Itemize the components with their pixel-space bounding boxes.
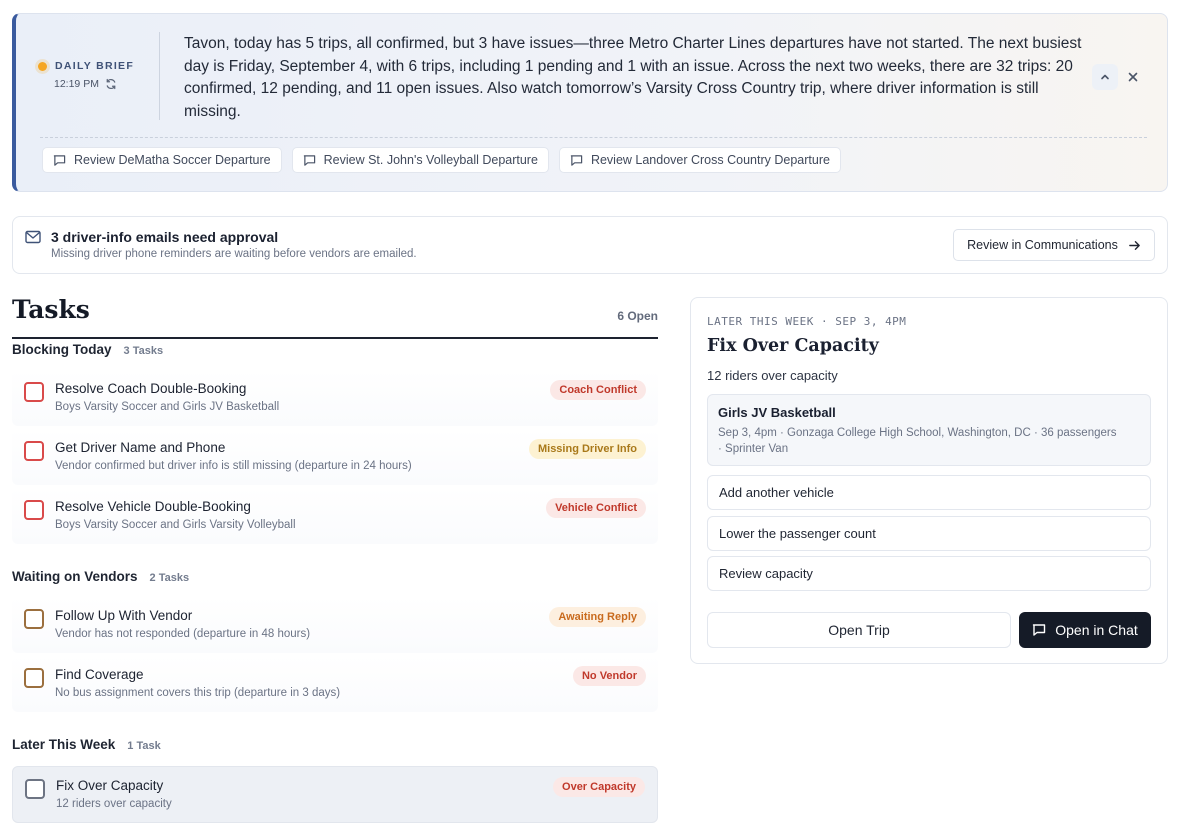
- status-badge: Over Capacity: [553, 777, 645, 797]
- chip-review-landover-cross-country[interactable]: Review Landover Cross Country Departure: [558, 147, 841, 173]
- group-blocking-today: Blocking Today 3 Tasks: [12, 342, 163, 357]
- trip-name: Girls JV Basketball: [718, 405, 836, 420]
- task-checkbox[interactable]: [24, 668, 44, 688]
- task-checkbox[interactable]: [24, 609, 44, 629]
- group-count: 1 Task: [127, 740, 161, 752]
- approval-notice: 3 driver-info emails need approval Missi…: [12, 216, 1168, 274]
- chip-label: Review DeMatha Soccer Departure: [74, 153, 271, 167]
- task-subtitle: No bus assignment covers this trip (depa…: [55, 687, 341, 699]
- tasks-title: Tasks: [12, 295, 90, 324]
- review-in-communications-button[interactable]: Review in Communications: [953, 229, 1155, 261]
- option-lower-passenger-count[interactable]: Lower the passenger count: [707, 516, 1151, 551]
- chat-bubble-icon: [53, 154, 66, 166]
- task-row[interactable]: Resolve Coach Double-Booking Boys Varsit…: [12, 370, 658, 426]
- chat-bubble-icon: [1033, 624, 1046, 636]
- group-count: 3 Tasks: [123, 345, 164, 357]
- task-title: Find Coverage: [55, 667, 144, 682]
- button-label: Open in Chat: [1055, 622, 1138, 638]
- tasks-open-count: 6 Open: [617, 309, 658, 323]
- task-title: Get Driver Name and Phone: [55, 440, 226, 455]
- group-later-this-week: Later This Week 1 Task: [12, 737, 161, 752]
- detail-subtitle: 12 riders over capacity: [707, 368, 838, 383]
- close-brief-button[interactable]: [1120, 64, 1146, 90]
- brief-separator: [40, 137, 1147, 138]
- task-row-selected[interactable]: Fix Over Capacity 12 riders over capacit…: [12, 766, 658, 823]
- chip-review-st-johns-volleyball[interactable]: Review St. John's Volleyball Departure: [291, 147, 549, 173]
- brief-time-row: 12:19 PM: [54, 78, 148, 90]
- task-subtitle: Vendor confirmed but driver info is stil…: [55, 460, 412, 472]
- tasks-title-rule: [12, 337, 658, 339]
- task-checkbox[interactable]: [24, 500, 44, 520]
- task-subtitle: Boys Varsity Soccer and Girls Varsity Vo…: [55, 519, 296, 531]
- task-title: Resolve Coach Double-Booking: [55, 381, 247, 396]
- status-badge: Awaiting Reply: [549, 607, 646, 627]
- refresh-icon[interactable]: [105, 78, 117, 90]
- mail-icon: [25, 230, 41, 244]
- group-title: Later This Week: [12, 737, 116, 752]
- approval-subtitle: Missing driver phone reminders are waiti…: [51, 248, 417, 260]
- brief-divider: [159, 32, 160, 120]
- task-title: Fix Over Capacity: [56, 778, 164, 793]
- task-checkbox[interactable]: [25, 779, 45, 799]
- task-checkbox[interactable]: [24, 382, 44, 402]
- chat-bubble-icon: [303, 154, 315, 166]
- status-badge: No Vendor: [572, 666, 646, 686]
- group-waiting-on-vendors: Waiting on Vendors 2 Tasks: [12, 569, 189, 584]
- task-row[interactable]: Get Driver Name and Phone Vendor confirm…: [12, 429, 658, 485]
- button-label: Review in Communications: [967, 238, 1118, 252]
- detail-title: Fix Over Capacity: [707, 336, 879, 356]
- option-review-capacity[interactable]: Review capacity: [707, 556, 1151, 591]
- brief-action-chips: Review DeMatha Soccer Departure Review S…: [42, 147, 841, 173]
- task-title: Resolve Vehicle Double-Booking: [55, 499, 251, 514]
- chip-label: Review St. John's Volleyball Departure: [323, 153, 538, 167]
- task-title: Follow Up With Vendor: [55, 608, 193, 623]
- group-count: 2 Tasks: [149, 572, 190, 584]
- status-badge: Missing Driver Info: [528, 439, 646, 459]
- task-row[interactable]: Find Coverage No bus assignment covers t…: [12, 656, 658, 712]
- status-dot-icon: [38, 61, 47, 71]
- close-icon: [1128, 72, 1138, 82]
- chat-bubble-icon: [570, 154, 583, 166]
- brief-meta: DAILY BRIEF 12:19 PM: [38, 60, 148, 90]
- task-row[interactable]: Resolve Vehicle Double-Booking Boys Vars…: [12, 488, 658, 544]
- chevron-up-icon: [1101, 74, 1109, 80]
- task-checkbox[interactable]: [24, 441, 44, 461]
- brief-label: DAILY BRIEF: [55, 60, 135, 72]
- collapse-brief-button[interactable]: [1092, 64, 1118, 90]
- brief-time: 12:19 PM: [54, 78, 99, 90]
- open-in-chat-button[interactable]: Open in Chat: [1019, 612, 1151, 648]
- chip-label: Review Landover Cross Country Departure: [590, 153, 830, 167]
- daily-brief: DAILY BRIEF 12:19 PM Tavon, today has 5 …: [12, 13, 1168, 192]
- task-detail-panel: LATER THIS WEEK · SEP 3, 4PM Fix Over Ca…: [690, 297, 1168, 664]
- trip-card: Girls JV Basketball Sep 3, 4pm · Gonzaga…: [707, 394, 1151, 466]
- group-title: Blocking Today: [12, 342, 112, 357]
- status-badge: Coach Conflict: [550, 380, 646, 400]
- arrow-right-icon: [1129, 240, 1140, 250]
- group-title: Waiting on Vendors: [12, 569, 138, 584]
- option-add-vehicle[interactable]: Add another vehicle: [707, 475, 1151, 510]
- brief-text: Tavon, today has 5 trips, all confirmed,…: [184, 35, 1082, 121]
- trip-details: Sep 3, 4pm · Gonzaga College High School…: [718, 427, 1117, 455]
- status-badge: Vehicle Conflict: [546, 498, 646, 518]
- task-subtitle: Vendor has not responded (departure in 4…: [55, 628, 311, 640]
- approval-title: 3 driver-info emails need approval: [51, 229, 279, 245]
- open-trip-button[interactable]: Open Trip: [707, 612, 1011, 648]
- task-subtitle: 12 riders over capacity: [56, 798, 172, 810]
- brief-label-row: DAILY BRIEF: [38, 60, 148, 72]
- task-subtitle: Boys Varsity Soccer and Girls JV Basketb…: [55, 401, 280, 413]
- detail-eyebrow: LATER THIS WEEK · SEP 3, 4PM: [707, 315, 907, 328]
- task-row[interactable]: Follow Up With Vendor Vendor has not res…: [12, 597, 658, 653]
- chip-review-dematha-soccer[interactable]: Review DeMatha Soccer Departure: [42, 147, 282, 173]
